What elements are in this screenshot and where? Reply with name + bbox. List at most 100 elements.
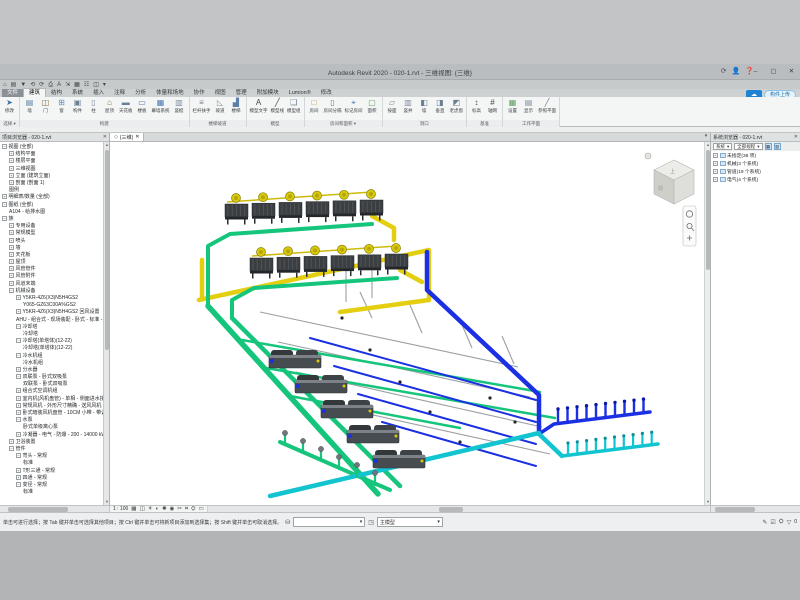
expand-icon[interactable]: + [9,439,14,444]
ribbon-button-构件[interactable]: ▣构件 [71,98,84,113]
tree-item[interactable]: −冷水机组 [0,351,103,358]
expand-icon[interactable]: + [713,169,718,174]
status-icon-2[interactable]: ⛭ [779,519,784,526]
ribbon-button-老虎窗[interactable]: ◩老虎窗 [450,98,464,113]
tree-item[interactable]: +风管附件 [0,272,103,279]
expand-icon[interactable]: + [9,151,14,156]
tree-item[interactable]: Y065-GZ63C00A%GS2 [0,301,103,308]
column-settings-icon[interactable]: ▥ [774,143,781,150]
view-tab-close-icon[interactable]: ✕ [135,134,139,140]
tree-item[interactable]: +Y5KR-4Z6(X3)N5H4GS2 [0,294,103,301]
expand-icon[interactable]: + [9,266,14,271]
collapse-icon[interactable]: − [16,453,21,458]
scroll-thumb[interactable] [439,507,463,512]
tree-item[interactable]: 双联泵 - 卧式双吸泵 [0,380,103,387]
ribbon-button-竖梃[interactable]: ▥竖梃 [173,98,186,113]
tree-item[interactable]: −图纸 (全部) [0,201,103,208]
system-row[interactable]: +管道(19 个系统) [711,167,800,175]
tab-建筑[interactable]: 建筑 [23,88,46,97]
ribbon-button-天花板[interactable]: ▬天花板 [119,98,133,113]
collapse-icon[interactable]: − [16,338,21,343]
expand-icon[interactable]: + [9,273,14,278]
tree-item[interactable]: +分水器 [0,366,103,373]
canvas-hscrollbar[interactable] [207,506,710,512]
tab-结构[interactable]: 结构 [46,89,67,97]
project-browser-close-icon[interactable]: ✕ [103,134,107,140]
close-button[interactable]: ✕ [785,66,798,77]
ribbon-button-墙[interactable]: ◧墙 [418,98,431,113]
view-control-icon-2[interactable]: ☀ [148,506,153,513]
view-control-icon-7[interactable]: ⌗ [185,506,188,513]
expand-icon[interactable]: + [16,309,21,314]
ribbon-button-显示[interactable]: ▤显示 [522,98,535,113]
ribbon-button-栏杆扶手[interactable]: ≡栏杆扶手 [193,98,211,113]
tab-系统[interactable]: 系统 [67,89,88,97]
view-control-icon-8[interactable]: ⛭ [191,506,195,513]
status-icon-1[interactable]: ☑ [770,519,775,526]
autofit-columns-icon[interactable]: ▦ [765,143,772,150]
qat-icon-7[interactable]: ⇲ [65,81,70,89]
view-control-icon-5[interactable]: ◉ [170,506,175,513]
tree-item[interactable]: +卧式暗装风机盘管 - 10CM 小带 - 带调量 - 595-175-Ch… [0,409,103,416]
ribbon-button-墙[interactable]: ▤墙 [23,98,36,113]
expand-icon[interactable]: + [9,252,14,257]
tree-item[interactable]: +常规模型 [0,229,103,236]
tab-分析[interactable]: 分析 [130,89,151,97]
tree-item[interactable]: +立面 (建筑立面) [0,172,103,179]
system-browser-header[interactable]: 系统浏览器 - 020-1.rvt ✕ [711,133,800,142]
ribbon-button-房间[interactable]: □房间 [308,98,321,113]
tree-item[interactable]: +天花板 [0,251,103,258]
design-options-icon[interactable]: ◳ [368,519,374,526]
tree-item[interactable]: −变径 - 常规 [0,481,103,488]
expand-icon[interactable]: + [9,245,14,250]
view-control-icon-9[interactable]: ▭ [199,506,204,513]
ribbon-button-模型组[interactable]: ❏模型组 [287,98,301,113]
expand-icon[interactable]: + [713,177,718,182]
tree-item[interactable]: +Y5KR-4Z6(X3)N5H4GS2 回风设置 [0,308,103,315]
tree-item[interactable]: −冷却塔 [0,323,103,330]
tree-item[interactable]: −水泵 [0,416,103,423]
expand-icon[interactable]: + [16,432,21,437]
expand-icon[interactable]: + [16,403,21,408]
ribbon-button-垂直[interactable]: ◨垂直 [434,98,447,113]
worksets-icon[interactable]: ⛁ [285,519,290,526]
tab-修改[interactable]: 修改 [316,89,337,97]
design-option-dropdown[interactable]: 主模型 ▾ [377,517,443,527]
collapse-icon[interactable]: − [16,374,21,379]
ribbon-button-楼板[interactable]: ▭楼板 [136,98,149,113]
status-icon-0[interactable]: ✎ [762,519,767,526]
tree-item[interactable]: +结构平面 [0,150,103,157]
collapse-icon[interactable]: − [16,482,21,487]
ribbon-button-设置[interactable]: ▦设置 [506,98,519,113]
tree-item[interactable]: +墙 [0,244,103,251]
ribbon-button-模型文字[interactable]: A模型文字 [250,98,268,113]
project-browser-header[interactable]: 项目浏览器 - 020-1.rvt ✕ [0,133,109,142]
model-3d-view[interactable]: 上 前 [110,142,704,505]
viewcube[interactable]: 上 前 [645,153,694,204]
ribbon-button-坡道[interactable]: ◺坡道 [214,98,227,113]
collapse-icon[interactable]: − [2,216,7,221]
ribbon-button-参照平面[interactable]: ╱参照平面 [538,98,556,113]
tree-item[interactable]: 冷却塔 [0,330,103,337]
tree-item[interactable]: 冷水机组 [0,359,103,366]
qat-icon-8[interactable]: ▦ [74,81,80,89]
expand-icon[interactable]: + [16,367,21,372]
tab-插入[interactable]: 插入 [88,89,109,97]
tree-item[interactable]: AHU - 组合式 - 现场装配 - 卧式 - 标准 - 2000 - 59… [0,316,103,323]
ribbon-button-标记房间[interactable]: ⌖标记房间 [345,98,363,113]
tab-注释[interactable]: 注释 [109,89,130,97]
tree-item[interactable]: +卫浴装置 [0,438,103,445]
tree-item[interactable]: −冷却塔(单塔体)(12-22) [0,337,103,344]
expand-icon[interactable]: + [16,468,21,473]
view-control-icon-4[interactable]: ✺ [162,506,167,513]
tree-item[interactable]: +明细表/数量 (全部) [0,193,103,200]
ribbon-button-柱[interactable]: ▯柱 [87,98,100,113]
qat-icon-9[interactable]: ☷ [84,81,89,89]
view-tab-overflow-icon[interactable]: ▾ [702,133,710,141]
tree-item[interactable]: −双联泵 - 卧式双吸泵 [0,373,103,380]
maximize-button[interactable]: ▢ [767,66,780,77]
minimize-button[interactable]: ‒ [749,66,762,77]
tab-文件[interactable]: 文件 [2,89,23,97]
tree-item[interactable]: 卧式单级离心泵 [0,423,103,430]
system-browser-hscrollbar[interactable] [710,506,800,512]
